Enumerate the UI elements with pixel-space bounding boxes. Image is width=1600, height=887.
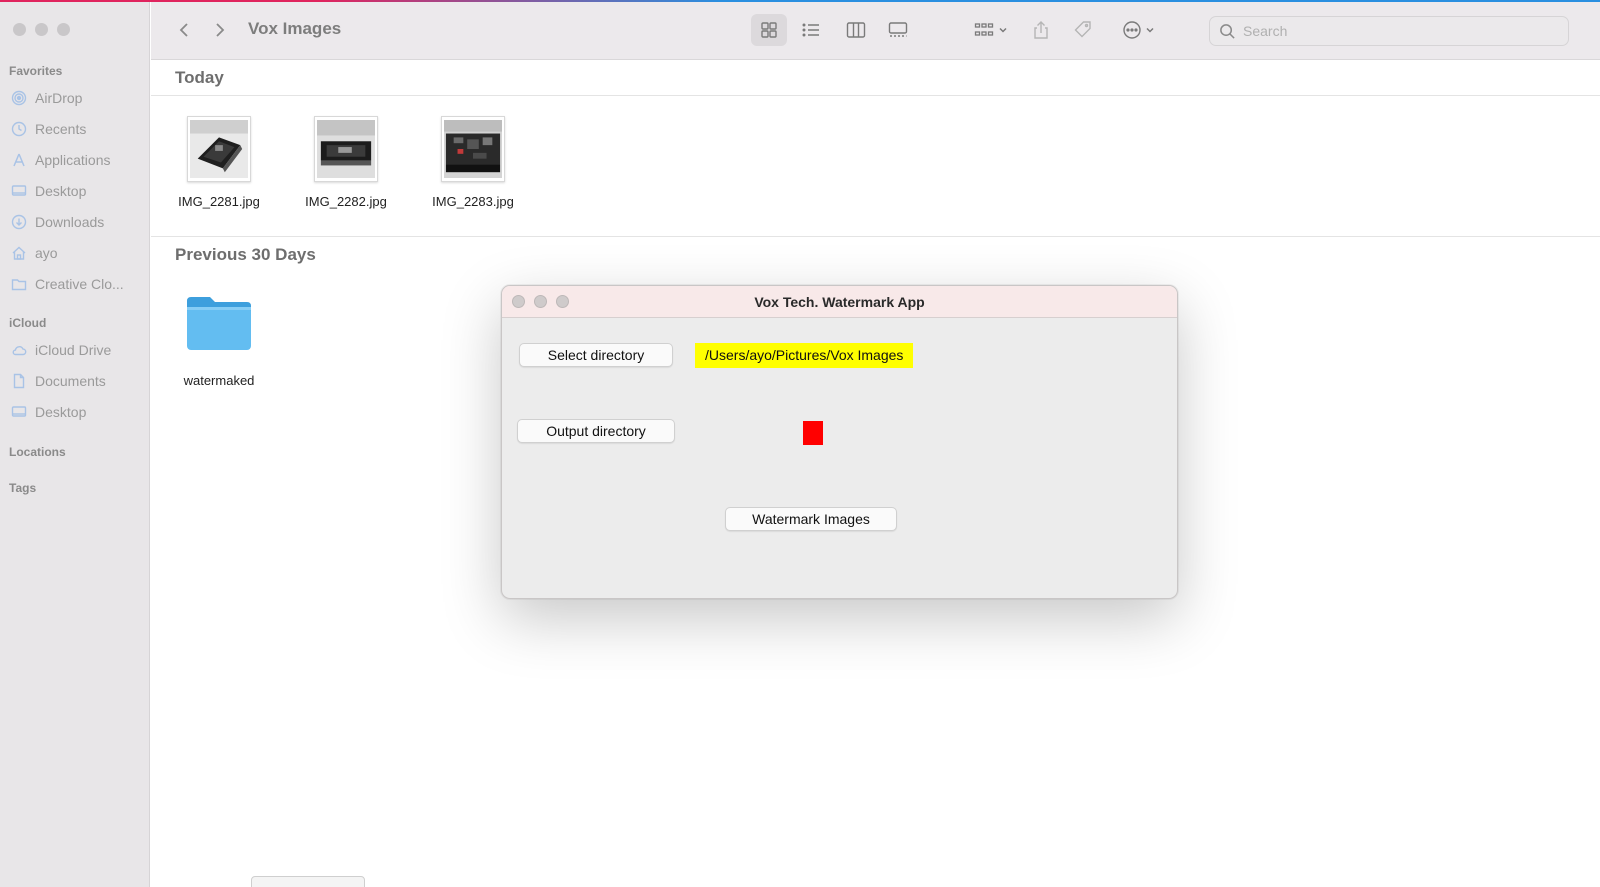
tag-icon [1074, 21, 1091, 38]
file-name: watermaked [183, 373, 255, 388]
window-accent-line [0, 0, 1600, 2]
photo-icon [317, 120, 375, 178]
sidebar-item-applications[interactable]: Applications [10, 150, 111, 170]
group-icon [974, 23, 993, 36]
sidebar-item-label: Applications [35, 152, 111, 168]
file-item-img-2282[interactable]: IMG_2282.jpg [286, 116, 406, 209]
selected-path-label: /Users/ayo/Pictures/Vox Images [695, 343, 914, 368]
cloud-icon [10, 341, 28, 359]
group-divider [151, 236, 1600, 237]
sidebar-item-label: Desktop [35, 183, 87, 199]
folder-item-watermaked[interactable]: watermaked [159, 293, 279, 388]
sidebar-item-icloud-desktop[interactable]: Desktop [10, 402, 86, 422]
image-thumbnail [314, 116, 378, 182]
back-button[interactable] [174, 18, 194, 42]
group-by-button[interactable] [966, 14, 1014, 46]
folder-icon [10, 275, 28, 293]
minimize-window-button[interactable] [35, 23, 48, 36]
photo-icon [190, 120, 248, 178]
sidebar-item-creative-cloud[interactable]: Creative Clo... [10, 274, 124, 294]
sidebar-section-tags[interactable]: Tags [9, 481, 36, 495]
group-header-today: Today [175, 68, 224, 87]
document-icon [10, 372, 28, 390]
search-field[interactable] [1209, 16, 1569, 46]
search-input[interactable] [1243, 23, 1543, 39]
sidebar-item-label: Documents [35, 373, 106, 389]
sidebar-item-downloads[interactable]: Downloads [10, 212, 104, 232]
partially-hidden-button[interactable] [251, 876, 365, 887]
applications-icon [10, 151, 28, 169]
image-thumbnail [441, 116, 505, 182]
desktop-icon [10, 182, 28, 200]
chevron-left-icon [179, 23, 188, 37]
sidebar-section-icloud: iCloud [9, 316, 47, 330]
sidebar-item-label: Desktop [35, 404, 87, 420]
sidebar-item-icloud-drive[interactable]: iCloud Drive [10, 340, 111, 360]
clock-icon [10, 120, 28, 138]
sidebar-item-recents[interactable]: Recents [10, 119, 86, 139]
more-icon [1122, 21, 1141, 39]
file-name: IMG_2283.jpg [432, 194, 514, 209]
sidebar-item-documents[interactable]: Documents [10, 371, 106, 391]
sidebar-item-desktop[interactable]: Desktop [10, 181, 86, 201]
chevron-right-icon [216, 23, 225, 37]
close-window-button[interactable] [13, 23, 26, 36]
group-header-previous-30-days: Previous 30 Days [175, 245, 316, 264]
column-view-button[interactable] [838, 14, 874, 46]
photo-icon [444, 120, 502, 178]
download-icon [10, 213, 28, 231]
desktop-icon [10, 403, 28, 421]
action-menu-button[interactable] [1114, 14, 1162, 46]
file-name: IMG_2282.jpg [305, 194, 387, 209]
forward-button[interactable] [210, 18, 230, 42]
sidebar-item-label: Creative Clo... [35, 276, 124, 292]
grid-icon [761, 22, 777, 38]
search-icon [1220, 23, 1235, 39]
dialog-title: Vox Tech. Watermark App [754, 294, 925, 310]
sidebar-item-label: AirDrop [35, 90, 83, 106]
select-directory-button[interactable]: Select directory [519, 343, 673, 367]
finder-sidebar: Favorites AirDrop Recents Applications D… [0, 0, 150, 887]
sidebar-item-home[interactable]: ayo [10, 243, 58, 263]
folder-icon [184, 293, 254, 353]
tag-button[interactable] [1065, 14, 1101, 46]
sidebar-item-label: Downloads [35, 214, 105, 230]
gallery-view-button[interactable] [880, 14, 916, 46]
columns-icon [846, 22, 866, 38]
file-item-img-2283[interactable]: IMG_2283.jpg [413, 116, 533, 209]
gallery-icon [888, 22, 908, 37]
group-divider [151, 95, 1600, 96]
home-icon [10, 244, 28, 262]
chevron-down-icon [1145, 27, 1154, 33]
share-icon [1034, 21, 1048, 39]
watermark-images-button[interactable]: Watermark Images [725, 507, 897, 531]
chevron-down-icon [998, 27, 1007, 33]
window-title: Vox Images [248, 19, 342, 38]
zoom-window-button[interactable] [57, 23, 70, 36]
sidebar-section-favorites: Favorites [9, 64, 63, 78]
sidebar-section-locations[interactable]: Locations [9, 445, 66, 459]
icon-view-button[interactable] [751, 14, 787, 46]
finder-toolbar: Vox Images [151, 0, 1600, 60]
list-icon [802, 23, 819, 37]
output-status-indicator [803, 421, 823, 445]
sidebar-item-label: iCloud Drive [35, 342, 112, 358]
dialog-titlebar[interactable]: Vox Tech. Watermark App [502, 286, 1177, 318]
window-controls [13, 23, 70, 36]
sidebar-item-label: ayo [35, 245, 58, 261]
sidebar-item-label: Recents [35, 121, 87, 137]
file-name: IMG_2281.jpg [178, 194, 260, 209]
file-item-img-2281[interactable]: IMG_2281.jpg [159, 116, 279, 209]
airdrop-icon [10, 89, 28, 107]
image-thumbnail [187, 116, 251, 182]
output-directory-button[interactable]: Output directory [517, 419, 675, 443]
watermark-app-window: Vox Tech. Watermark App Select directory… [501, 285, 1178, 599]
sidebar-item-airdrop[interactable]: AirDrop [10, 88, 82, 108]
share-button[interactable] [1023, 14, 1059, 46]
list-view-button[interactable] [793, 14, 829, 46]
